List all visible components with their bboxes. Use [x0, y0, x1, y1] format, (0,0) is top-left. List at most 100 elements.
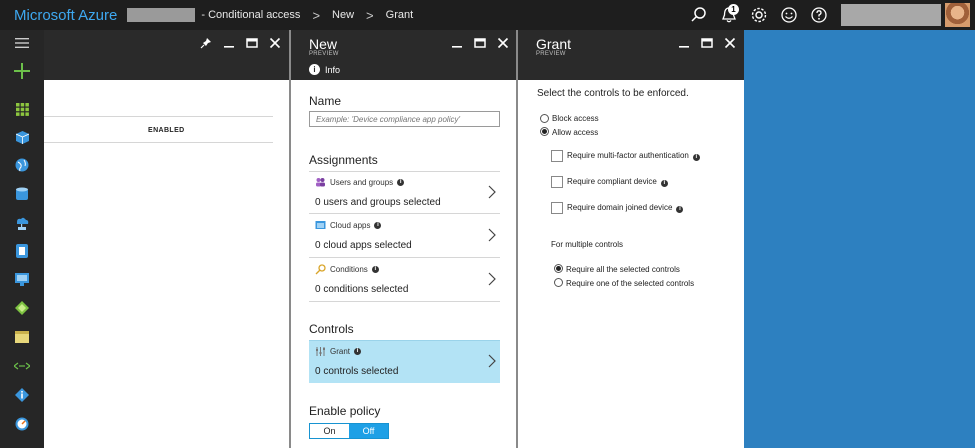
maximize-icon[interactable] — [244, 35, 260, 51]
mfa-text: Require multi-factor authentication — [567, 151, 689, 160]
breadcrumb: - Conditional access > New > Grant — [201, 8, 413, 23]
block-access-label[interactable]: Block access — [552, 114, 599, 123]
chevron-right-icon — [488, 185, 496, 199]
row-title: Grant i — [315, 346, 362, 357]
breadcrumb-grant[interactable]: Grant — [386, 9, 414, 21]
chevron-right-icon — [488, 272, 496, 286]
blade-header: Grant PREVIEW — [518, 30, 744, 80]
connection-icon[interactable] — [0, 353, 44, 379]
mfa-checkbox[interactable] — [551, 150, 563, 162]
cloud-apps-icon — [315, 221, 326, 229]
conditions-row[interactable]: Conditions i 0 conditions selected — [309, 259, 500, 302]
blade-title: Grant — [536, 36, 572, 52]
require-all-radio[interactable] — [554, 264, 563, 273]
gear-icon[interactable] — [744, 0, 774, 30]
blade-header — [44, 30, 289, 80]
info-icon[interactable]: i — [660, 180, 668, 187]
chevron-right-icon — [488, 228, 496, 242]
smiley-icon[interactable] — [774, 0, 804, 30]
users-and-groups-row[interactable]: Users and groups i 0 users and groups se… — [309, 171, 500, 214]
info-icon: i — [309, 64, 320, 75]
conditions-title: Conditions — [330, 265, 368, 274]
blade-controls — [676, 35, 738, 51]
require-one-radio[interactable] — [554, 278, 563, 287]
dashboard-background — [745, 30, 975, 448]
grant-instruction: Select the controls to be enforced. — [537, 88, 689, 99]
close-icon[interactable] — [495, 35, 511, 51]
minimize-icon[interactable] — [676, 35, 692, 51]
enabled-column-header[interactable]: ENABLED — [148, 127, 185, 134]
chevron-right-icon — [488, 354, 496, 368]
pin-icon[interactable] — [198, 35, 214, 51]
bell-icon[interactable]: 1 — [714, 0, 744, 30]
breadcrumb-conditional-access[interactable]: - Conditional access — [201, 9, 300, 21]
help-icon[interactable] — [804, 0, 834, 30]
cloud-apps-row[interactable]: Cloud apps i 0 cloud apps selected — [309, 215, 500, 258]
dashboard-icon[interactable] — [0, 96, 44, 122]
blade-controls — [449, 35, 511, 51]
maximize-icon[interactable] — [472, 35, 488, 51]
grant-value: 0 controls selected — [315, 366, 399, 377]
table-divider — [44, 142, 273, 143]
info-diamond-icon[interactable] — [0, 382, 44, 408]
brand-label[interactable]: Microsoft Azure — [14, 7, 117, 24]
domain-joined-checkbox[interactable] — [551, 202, 563, 214]
mfa-label[interactable]: Require multi-factor authentication i — [567, 151, 700, 161]
info-icon[interactable]: i — [676, 206, 684, 213]
domain-joined-label[interactable]: Require domain joined device i — [567, 203, 684, 213]
globe-icon[interactable] — [0, 152, 44, 178]
breadcrumb-new[interactable]: New — [332, 9, 354, 21]
toggle-off-option[interactable]: Off — [349, 424, 388, 438]
cloud-network-icon[interactable] — [0, 210, 44, 236]
azure-portal: Microsoft Azure - Conditional access > N… — [0, 0, 975, 448]
info-link[interactable]: i Info — [309, 64, 340, 75]
close-icon[interactable] — [722, 35, 738, 51]
compliant-device-checkbox[interactable] — [551, 176, 563, 188]
notification-badge: 1 — [728, 4, 739, 15]
minimize-icon[interactable] — [449, 35, 465, 51]
monitor-icon[interactable] — [0, 266, 44, 292]
multiple-controls-label: For multiple controls — [551, 240, 624, 249]
policy-name-input[interactable] — [309, 111, 500, 127]
info-icon[interactable]: i — [374, 222, 382, 229]
new-plus-icon[interactable] — [0, 58, 44, 84]
panel-icon[interactable] — [0, 324, 44, 350]
toggle-on-option[interactable]: On — [310, 424, 349, 438]
breadcrumb-separator: > — [366, 7, 374, 23]
controls-label: Controls — [309, 322, 354, 336]
info-icon[interactable]: i — [354, 348, 362, 355]
minimize-icon[interactable] — [221, 35, 237, 51]
allow-access-label[interactable]: Allow access — [552, 128, 598, 137]
compliant-device-label[interactable]: Require compliant device i — [567, 177, 668, 187]
gauge-icon[interactable] — [0, 411, 44, 437]
storage-icon[interactable] — [0, 238, 44, 264]
domain-joined-text: Require domain joined device — [567, 203, 673, 212]
close-icon[interactable] — [267, 35, 283, 51]
users-value: 0 users and groups selected — [315, 197, 441, 208]
account-name-redacted[interactable] — [841, 4, 941, 26]
maximize-icon[interactable] — [699, 35, 715, 51]
enable-policy-label: Enable policy — [309, 404, 381, 418]
top-icons: 1 — [684, 0, 834, 30]
grant-blade: Grant PREVIEW Select the controls to be … — [518, 30, 744, 448]
require-one-label[interactable]: Require one of the selected controls — [566, 279, 694, 288]
diamond-icon[interactable] — [0, 295, 44, 321]
blade-subtitle: PREVIEW — [309, 51, 339, 57]
menu-icon[interactable] — [0, 30, 44, 56]
grant-row[interactable]: Grant i 0 controls selected — [309, 340, 500, 383]
info-icon[interactable]: i — [397, 179, 405, 186]
users-title: Users and groups — [330, 178, 394, 187]
info-icon[interactable]: i — [371, 266, 379, 273]
search-icon[interactable] — [684, 0, 714, 30]
require-all-label[interactable]: Require all the selected controls — [566, 265, 680, 274]
allow-access-radio[interactable] — [540, 127, 549, 136]
enable-policy-toggle[interactable]: On Off — [309, 423, 389, 439]
info-icon[interactable]: i — [692, 154, 700, 161]
row-title: Cloud apps i — [315, 220, 382, 231]
grant-title: Grant — [330, 347, 351, 356]
resource-group-icon[interactable] — [0, 124, 44, 150]
name-label: Name — [309, 94, 342, 108]
block-access-radio[interactable] — [540, 114, 549, 123]
avatar[interactable] — [945, 3, 970, 27]
sql-icon[interactable] — [0, 181, 44, 207]
